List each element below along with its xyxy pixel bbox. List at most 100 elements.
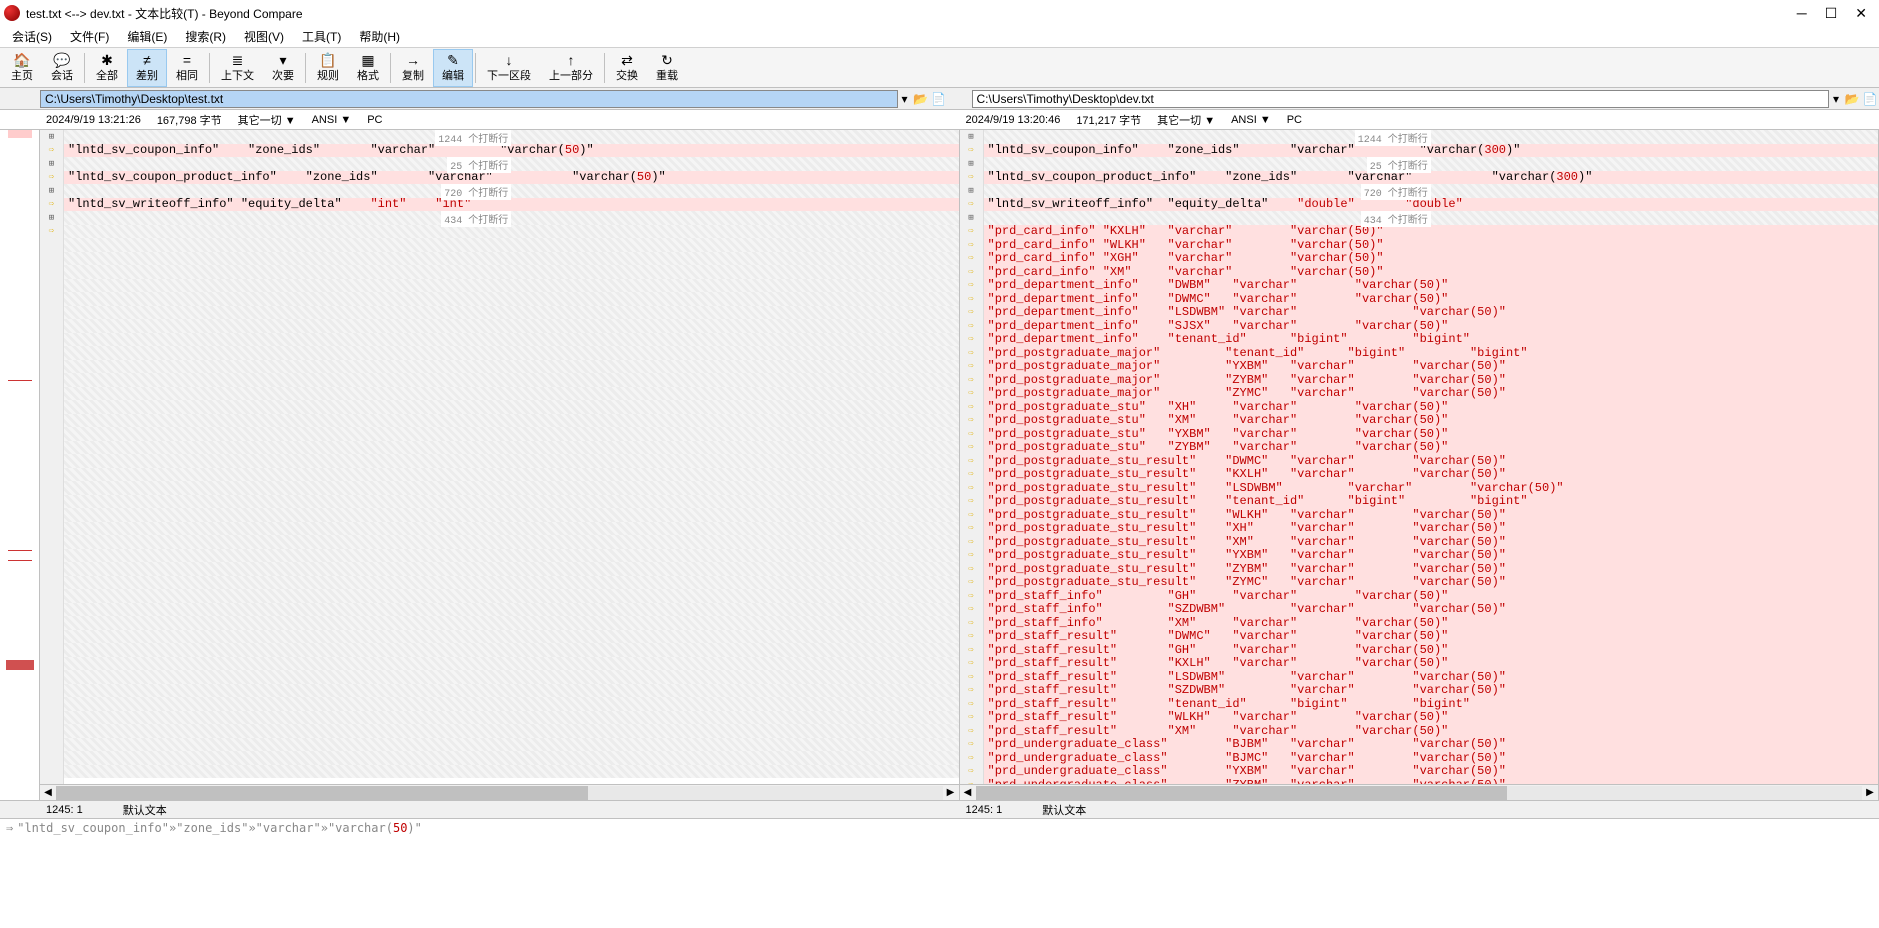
left-content[interactable]: ⊞⇨⊞⇨⊞⇨⊞⇨ 1244 个打断行"lntd_sv_coupon_info" … <box>40 130 959 784</box>
toolbar-格式-button[interactable]: ▦格式 <box>348 49 388 87</box>
code-line[interactable]: "prd_postgraduate_stu_result" "XH" "varc… <box>984 522 1879 536</box>
code-line[interactable]: "prd_postgraduate_major" "YXBM" "varchar… <box>984 360 1879 374</box>
code-line[interactable]: "prd_card_info" "WLKH" "varchar" "varcha… <box>984 238 1879 252</box>
code-line[interactable]: "prd_department_info" "DWBM" "varchar" "… <box>984 279 1879 293</box>
scroll-left-icon[interactable]: ◀ <box>960 787 976 798</box>
code-line[interactable]: "prd_staff_result" "KXLH" "varchar" "var… <box>984 657 1879 671</box>
left-open-folder-icon[interactable]: 📂 <box>912 92 930 106</box>
code-line[interactable]: "prd_postgraduate_stu" "YXBM" "varchar" … <box>984 427 1879 441</box>
code-line[interactable]: "prd_card_info" "KXLH" "varchar" "varcha… <box>984 225 1879 239</box>
code-line[interactable]: "prd_postgraduate_stu_result" "XM" "varc… <box>984 535 1879 549</box>
expand-marker-icon[interactable]: ⊞ <box>40 130 63 144</box>
code-line[interactable]: "prd_card_info" "XM" "varchar" "varchar(… <box>984 265 1879 279</box>
left-browse-icon[interactable]: 📄 <box>930 92 948 106</box>
right-open-folder-icon[interactable]: 📂 <box>1843 92 1861 106</box>
toolbar-次要-button[interactable]: ▾次要 <box>263 49 303 87</box>
code-line[interactable]: "prd_staff_result" "SZDWBM" "varchar" "v… <box>984 684 1879 698</box>
code-line[interactable]: "lntd_sv_writeoff_info" "equity_delta" "… <box>984 198 1879 212</box>
left-encoding-dropdown[interactable]: ANSI ▼ <box>312 114 352 126</box>
code-line[interactable]: "prd_department_info" "tenant_id" "bigin… <box>984 333 1879 347</box>
code-line[interactable]: "prd_postgraduate_stu_result" "tenant_id… <box>984 495 1879 509</box>
toolbar-复制-button[interactable]: →复制 <box>393 49 433 87</box>
minimize-button[interactable]: ─ <box>1797 5 1807 22</box>
toolbar-会话-button[interactable]: 💬会话 <box>42 49 82 87</box>
code-line[interactable]: "prd_undergraduate_class" "YXBM" "varcha… <box>984 765 1879 779</box>
right-scrollbar[interactable]: ◀ ▶ <box>960 784 1879 800</box>
code-line[interactable]: "prd_staff_result" "GH" "varchar" "varch… <box>984 643 1879 657</box>
expand-marker-icon[interactable]: ⊞ <box>960 130 983 144</box>
toolbar-重载-button[interactable]: ↻重载 <box>647 49 687 87</box>
close-button[interactable]: ✕ <box>1855 5 1867 22</box>
menu-item[interactable]: 工具(T) <box>294 26 349 47</box>
code-line[interactable]: "prd_postgraduate_major" "ZYBM" "varchar… <box>984 373 1879 387</box>
menu-item[interactable]: 文件(F) <box>62 26 117 47</box>
code-line[interactable]: "prd_postgraduate_stu_result" "KXLH" "va… <box>984 468 1879 482</box>
code-line[interactable]: "prd_postgraduate_major" "ZYMC" "varchar… <box>984 387 1879 401</box>
toolbar-上一部分-button[interactable]: ↑上一部分 <box>540 49 602 87</box>
code-line[interactable]: "lntd_sv_coupon_info" "zone_ids" "varcha… <box>64 144 959 158</box>
toolbar-编辑-button[interactable]: ✎编辑 <box>433 49 473 87</box>
menu-item[interactable]: 会话(S) <box>4 26 60 47</box>
toolbar-上下文-button[interactable]: ≣上下文 <box>212 49 263 87</box>
code-line[interactable]: "prd_undergraduate_class" "BJMC" "varcha… <box>984 751 1879 765</box>
code-line[interactable]: "prd_staff_info" "SZDWBM" "varchar" "var… <box>984 603 1879 617</box>
code-line[interactable]: "lntd_sv_coupon_info" "zone_ids" "varcha… <box>984 144 1879 158</box>
expand-marker-icon[interactable]: ⊞ <box>960 157 983 171</box>
expand-marker-icon[interactable]: ⊞ <box>40 157 63 171</box>
menu-item[interactable]: 搜索(R) <box>177 26 234 47</box>
menu-item[interactable]: 编辑(E) <box>119 26 175 47</box>
toolbar-主页-button[interactable]: 🏠主页 <box>2 49 42 87</box>
code-line[interactable]: "prd_postgraduate_stu_result" "ZYMC" "va… <box>984 576 1879 590</box>
toolbar-相同-button[interactable]: =相同 <box>167 49 207 87</box>
code-line[interactable]: "prd_department_info" "LSDWBM" "varchar"… <box>984 306 1879 320</box>
thumbnail-overview[interactable] <box>0 130 40 800</box>
right-path-dropdown[interactable]: ▾ <box>1829 92 1843 106</box>
menu-item[interactable]: 视图(V) <box>236 26 292 47</box>
code-line[interactable]: "prd_card_info" "XGH" "varchar" "varchar… <box>984 252 1879 266</box>
code-line[interactable]: "lntd_sv_coupon_product_info" "zone_ids"… <box>984 171 1879 185</box>
toolbar-下一区段-button[interactable]: ↓下一区段 <box>478 49 540 87</box>
maximize-button[interactable]: ☐ <box>1825 5 1838 22</box>
left-other-dropdown[interactable]: 其它一切 ▼ <box>238 112 296 128</box>
code-line[interactable]: "prd_undergraduate_class" "ZYBM" "varcha… <box>984 778 1879 784</box>
code-line[interactable]: "prd_staff_info" "GH" "varchar" "varchar… <box>984 589 1879 603</box>
code-line[interactable]: "prd_staff_result" "DWMC" "varchar" "var… <box>984 630 1879 644</box>
scroll-left-icon[interactable]: ◀ <box>40 787 56 798</box>
toolbar-交换-button[interactable]: ⇄交换 <box>607 49 647 87</box>
code-line[interactable]: "prd_staff_result" "WLKH" "varchar" "var… <box>984 711 1879 725</box>
code-line[interactable]: "prd_postgraduate_stu_result" "DWMC" "va… <box>984 454 1879 468</box>
right-encoding-dropdown[interactable]: ANSI ▼ <box>1231 114 1271 126</box>
code-line[interactable]: "prd_department_info" "SJSX" "varchar" "… <box>984 319 1879 333</box>
expand-marker-icon[interactable]: ⊞ <box>40 211 63 225</box>
right-browse-icon[interactable]: 📄 <box>1861 92 1879 106</box>
right-other-dropdown[interactable]: 其它一切 ▼ <box>1157 112 1215 128</box>
scroll-right-icon[interactable]: ▶ <box>943 787 959 798</box>
left-path-dropdown[interactable]: ▾ <box>898 92 912 106</box>
code-line[interactable]: "prd_staff_result" "XM" "varchar" "varch… <box>984 724 1879 738</box>
expand-marker-icon[interactable]: ⊞ <box>960 211 983 225</box>
code-line[interactable]: "lntd_sv_coupon_product_info" "zone_ids"… <box>64 171 959 185</box>
code-line[interactable]: "prd_postgraduate_stu" "ZYBM" "varchar" … <box>984 441 1879 455</box>
toolbar-差别-button[interactable]: ≠差别 <box>127 49 167 87</box>
code-line[interactable]: "prd_postgraduate_stu" "XH" "varchar" "v… <box>984 400 1879 414</box>
left-scrollbar[interactable]: ◀ ▶ <box>40 784 959 800</box>
left-path-input[interactable]: C:\Users\Timothy\Desktop\test.txt <box>40 90 898 108</box>
code-line[interactable]: "prd_staff_info" "XM" "varchar" "varchar… <box>984 616 1879 630</box>
right-content[interactable]: ⊞⇨⊞⇨⊞⇨⊞⇨⇨⇨⇨⇨⇨⇨⇨⇨⇨⇨⇨⇨⇨⇨⇨⇨⇨⇨⇨⇨⇨⇨⇨⇨⇨⇨⇨⇨⇨⇨⇨⇨… <box>960 130 1879 784</box>
code-line[interactable]: "prd_postgraduate_stu_result" "WLKH" "va… <box>984 508 1879 522</box>
code-line[interactable]: "prd_postgraduate_stu_result" "YXBM" "va… <box>984 549 1879 563</box>
code-line[interactable]: "prd_postgraduate_stu" "XM" "varchar" "v… <box>984 414 1879 428</box>
right-path-input[interactable]: C:\Users\Timothy\Desktop\dev.txt <box>972 90 1830 108</box>
code-line[interactable]: "prd_staff_result" "tenant_id" "bigint" … <box>984 697 1879 711</box>
code-line[interactable]: "lntd_sv_writeoff_info" "equity_delta" "… <box>64 198 959 212</box>
menu-item[interactable]: 帮助(H) <box>351 26 408 47</box>
code-line[interactable]: "prd_postgraduate_stu_result" "LSDWBM" "… <box>984 481 1879 495</box>
toolbar-规则-button[interactable]: 📋规则 <box>308 49 348 87</box>
code-line[interactable]: "prd_postgraduate_major" "tenant_id" "bi… <box>984 346 1879 360</box>
code-line[interactable]: "prd_undergraduate_class" "BJBM" "varcha… <box>984 738 1879 752</box>
code-line[interactable]: "prd_department_info" "DWMC" "varchar" "… <box>984 292 1879 306</box>
toolbar-全部-button[interactable]: ✱全部 <box>87 49 127 87</box>
scroll-right-icon[interactable]: ▶ <box>1862 787 1878 798</box>
code-line[interactable]: "prd_staff_result" "LSDWBM" "varchar" "v… <box>984 670 1879 684</box>
code-line[interactable]: "prd_postgraduate_stu_result" "ZYBM" "va… <box>984 562 1879 576</box>
